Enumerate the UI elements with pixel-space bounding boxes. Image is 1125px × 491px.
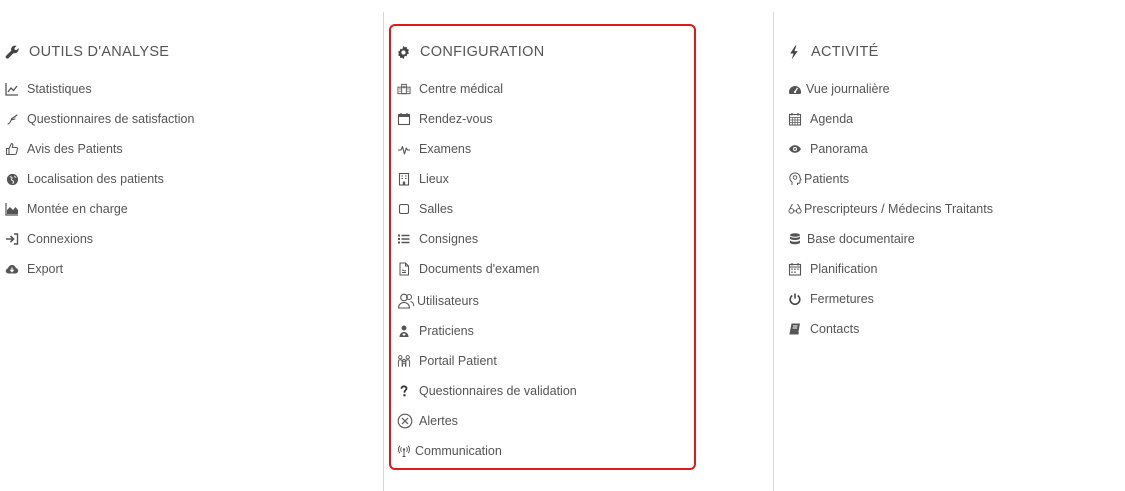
menu-item-label: Praticiens [419, 324, 474, 338]
question-icon [397, 384, 411, 398]
menu-item-lieux[interactable]: Lieux [397, 169, 449, 189]
gear-icon [395, 44, 411, 60]
menu-item-label: Agenda [810, 112, 854, 126]
menu-item-label: Lieux [419, 172, 449, 186]
menu-item-connexions[interactable]: Connexions [5, 229, 93, 249]
configuration-title: CONFIGURATION [420, 44, 545, 60]
patient-head-icon [788, 172, 802, 186]
configuration-header: CONFIGURATION [395, 42, 544, 62]
heartbeat-icon [397, 142, 411, 156]
menu-item-label: Statistiques [27, 82, 92, 96]
menu-item-label: Avis des Patients [27, 142, 123, 156]
menu-item-label: Communication [415, 444, 502, 458]
menu-item-label: Alertes [419, 414, 458, 428]
menu-item-documents-examen[interactable]: Documents d'examen [397, 259, 540, 279]
menu-item-label: Vue journalière [806, 82, 890, 96]
menu-item-centre-medical[interactable]: Centre médical [397, 79, 503, 99]
menu-item-localisation-patients[interactable]: Localisation des patients [5, 169, 164, 189]
list-icon [397, 232, 411, 246]
wrench-icon [4, 44, 20, 60]
analyse-title: OUTILS D'ANALYSE [29, 44, 170, 60]
globe-icon [5, 172, 19, 186]
menu-item-contacts[interactable]: Contacts [788, 319, 859, 339]
family-icon [397, 354, 411, 368]
menu-item-panorama[interactable]: Panorama [788, 139, 868, 159]
menu-item-label: Utilisateurs [417, 294, 479, 308]
menu-item-prescripteurs[interactable]: Prescripteurs / Médecins Traitants [788, 199, 993, 219]
menu-item-montee-en-charge[interactable]: Montée en charge [5, 199, 128, 219]
menu-item-label: Documents d'examen [419, 262, 540, 276]
activite-header: ACTIVITÉ [786, 42, 879, 62]
menu-item-label: Rendez-vous [419, 112, 493, 126]
eye-icon [788, 142, 802, 156]
menu-item-label: Centre médical [419, 82, 504, 96]
menu-item-alertes[interactable]: Alertes [397, 411, 458, 431]
menu-item-fermetures[interactable]: Fermetures [788, 289, 874, 309]
menu-item-label: Questionnaires de satisfaction [27, 112, 195, 126]
menu-item-label: Export [27, 262, 64, 276]
user-md-icon [397, 324, 411, 338]
line-chart-icon [5, 82, 19, 96]
menu-item-label: Patients [804, 172, 850, 186]
menu-item-planification[interactable]: Planification [788, 259, 877, 279]
area-chart-icon [5, 202, 19, 216]
activite-title: ACTIVITÉ [811, 44, 879, 60]
menu-item-questionnaires-validation[interactable]: Questionnaires de validation [397, 381, 577, 401]
power-icon [788, 292, 802, 306]
cloud-download-icon [5, 262, 19, 276]
calendar-plan-icon [788, 262, 802, 276]
menu-item-export[interactable]: Export [5, 259, 63, 279]
book-icon [788, 322, 802, 336]
menu-item-label: Panorama [810, 142, 868, 156]
broadcast-icon [397, 444, 411, 458]
menu-item-agenda[interactable]: Agenda [788, 109, 853, 129]
menu-item-label: Consignes [419, 232, 479, 246]
menu-item-questionnaires-satisfaction[interactable]: Questionnaires de satisfaction [5, 109, 194, 129]
thumbs-up-icon [5, 142, 19, 156]
menu-item-praticiens[interactable]: Praticiens [397, 321, 474, 341]
analyse-header: OUTILS D'ANALYSE [4, 42, 169, 62]
menu-item-label: Localisation des patients [27, 172, 164, 186]
menu-item-label: Prescripteurs / Médecins Traitants [804, 202, 993, 216]
menu-item-salles[interactable]: Salles [397, 199, 453, 219]
calendar-grid-icon [788, 112, 802, 126]
column-divider-left [383, 12, 384, 491]
menu-item-label: Portail Patient [419, 354, 497, 368]
menu-item-portail-patient[interactable]: Portail Patient [397, 351, 497, 371]
menu-item-label: Base documentaire [807, 232, 915, 246]
menu-item-utilisateurs[interactable]: Utilisateurs [397, 291, 479, 311]
menu-item-label: Examens [419, 142, 472, 156]
menu-item-vue-journaliere[interactable]: Vue journalière [788, 79, 890, 99]
stethoscope-icon [788, 202, 802, 216]
menu-item-label: Questionnaires de validation [419, 384, 577, 398]
menu-item-patients[interactable]: Patients [788, 169, 849, 189]
menu-item-label: Salles [419, 202, 454, 216]
calendar-icon [397, 112, 411, 126]
menu-item-label: Montée en charge [27, 202, 128, 216]
menu-item-label: Planification [810, 262, 878, 276]
sign-in-icon [5, 232, 19, 246]
alert-circle-icon [397, 413, 413, 429]
database-icon [788, 232, 802, 246]
menu-item-communication[interactable]: Communication [397, 441, 502, 461]
column-divider-right [773, 12, 774, 491]
square-icon [397, 202, 411, 216]
file-icon [397, 262, 411, 276]
menu-item-label: Connexions [27, 232, 94, 246]
menu-item-label: Fermetures [810, 292, 874, 306]
menu-item-consignes[interactable]: Consignes [397, 229, 478, 249]
menu-item-label: Contacts [810, 322, 860, 336]
bolt-icon [786, 44, 802, 60]
users-icon [397, 292, 415, 310]
menu-item-statistiques[interactable]: Statistiques [5, 79, 92, 99]
hospital-icon [397, 82, 411, 96]
hand-point-icon [5, 112, 19, 126]
dashboard-icon [788, 82, 802, 96]
menu-item-rendez-vous[interactable]: Rendez-vous [397, 109, 493, 129]
menu-item-avis-patients[interactable]: Avis des Patients [5, 139, 123, 159]
building-icon [397, 172, 411, 186]
menu-item-examens[interactable]: Examens [397, 139, 471, 159]
menu-item-base-documentaire[interactable]: Base documentaire [788, 229, 915, 249]
